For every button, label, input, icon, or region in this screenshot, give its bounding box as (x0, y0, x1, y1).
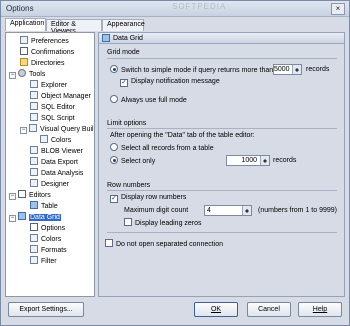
panel-title: Data Grid (113, 35, 143, 42)
tree-item-confirmations[interactable]: Confirmations (20, 47, 74, 57)
tab-label: Appearance (107, 21, 145, 28)
max-digit-label: Maximum digit count (124, 207, 189, 214)
tree-item-explorer[interactable]: Explorer (30, 80, 67, 90)
panel-header: Data Grid (99, 33, 344, 44)
divider (107, 58, 337, 59)
options-icon (30, 223, 38, 231)
options-window: Options SOFTPEDIA × Application Editor &… (0, 0, 350, 326)
data-export-icon (30, 157, 38, 165)
collapse-icon[interactable]: − (20, 127, 27, 134)
tools-icon (18, 69, 26, 77)
max-digit-stepper[interactable]: 4 (204, 205, 252, 216)
tab-application[interactable]: Application (5, 18, 46, 31)
tree-item-directories[interactable]: Directories (20, 58, 64, 68)
watermark: SOFTPEDIA (172, 2, 227, 11)
tree-item-colors[interactable]: Colors (40, 135, 71, 145)
directories-icon (20, 58, 28, 66)
formats-icon (30, 245, 38, 253)
tab-appearance[interactable]: Appearance (102, 19, 145, 31)
tree-item-sql-script[interactable]: SQL Script (30, 113, 75, 123)
data-analysis-icon (30, 168, 38, 176)
switch-threshold-stepper[interactable]: 5000 (273, 64, 302, 75)
tree-item-visual-query-builder[interactable]: − Visual Query Buil (20, 124, 94, 134)
separated-connection-checkbox[interactable]: Do not open separated connection (105, 239, 223, 249)
close-button[interactable]: × (331, 3, 345, 15)
grid-mode-title: Grid mode (107, 49, 140, 56)
spin-arrows-icon[interactable] (260, 156, 269, 165)
cancel-button[interactable]: Cancel (247, 302, 291, 317)
colors-icon (40, 135, 48, 143)
collapse-icon[interactable]: − (9, 215, 16, 222)
blob-viewer-icon (30, 146, 38, 154)
divider (107, 190, 337, 191)
title-bar[interactable]: Options SOFTPEDIA × (1, 1, 349, 17)
window-title: Options (6, 4, 34, 13)
notification-checkbox[interactable]: ✓ Display notification message (120, 77, 220, 87)
tree-item-data-export[interactable]: Data Export (30, 157, 78, 167)
tree-item-table[interactable]: Table (30, 201, 58, 211)
tree-item-blob-viewer[interactable]: BLOB Viewer (30, 146, 83, 156)
checkmark-icon: ✓ (120, 79, 128, 87)
checkmark-icon: ✓ (110, 195, 118, 203)
colors-icon (30, 234, 38, 242)
visual-query-builder-icon (29, 124, 37, 132)
select-only-radio[interactable]: Select only (110, 156, 155, 166)
tree-item-sql-editor[interactable]: SQL Editor (30, 102, 75, 112)
select-only-unit: records (273, 157, 297, 164)
collapse-icon[interactable]: − (9, 193, 16, 200)
switch-simple-mode-radio[interactable]: Switch to simple mode if query returns m… (110, 65, 273, 75)
row-numbers-title: Row numbers (107, 182, 151, 189)
explorer-icon (30, 80, 38, 88)
limit-options-title: Limit options (107, 120, 147, 127)
ok-button[interactable]: OK (194, 302, 238, 317)
table-icon (30, 201, 38, 209)
select-all-radio[interactable]: Select all records from a table (110, 143, 214, 153)
radio-icon (110, 143, 118, 151)
tab-editor-viewers[interactable]: Editor & Viewers (46, 19, 102, 35)
confirmations-icon (20, 47, 28, 55)
radio-selected-icon (110, 65, 118, 73)
designer-icon (30, 179, 38, 187)
radio-icon (110, 95, 118, 103)
spin-arrows-icon[interactable] (292, 65, 301, 74)
data-grid-icon (18, 212, 26, 220)
preferences-icon (20, 36, 28, 44)
spin-arrows-icon[interactable] (242, 206, 251, 215)
display-row-numbers-checkbox[interactable]: ✓ Display row numbers (110, 193, 186, 203)
radio-selected-icon (110, 156, 118, 164)
switch-threshold-unit: records (306, 66, 330, 73)
divider (107, 128, 337, 129)
tab-label: Application (10, 20, 45, 27)
sql-editor-icon (30, 102, 38, 110)
tree-item-options[interactable]: Options (30, 223, 65, 233)
limit-intro-text: After opening the "Data" tab of the tabl… (110, 132, 255, 139)
tree-item-data-grid[interactable]: − Data Grid (9, 212, 61, 222)
always-full-mode-radio[interactable]: Always use full mode (110, 95, 187, 105)
tree-item-data-analysis[interactable]: Data Analysis (30, 168, 83, 178)
divider (107, 232, 337, 233)
collapse-icon[interactable]: − (9, 72, 16, 79)
settings-panel: Data Grid Grid mode Switch to simple mod… (98, 32, 345, 297)
export-settings-button[interactable]: Export Settings... (8, 302, 84, 317)
editors-icon (18, 190, 26, 198)
help-button[interactable]: Help (298, 302, 342, 317)
options-tree[interactable]: Preferences Confirmations Directories − T… (5, 32, 95, 297)
object-manager-icon (30, 91, 38, 99)
filter-icon (30, 256, 38, 264)
tree-item-formats[interactable]: Formats (30, 245, 67, 255)
tree-item-designer[interactable]: Designer (30, 179, 69, 189)
data-grid-icon (102, 34, 110, 42)
checkbox-icon (105, 239, 113, 247)
tree-item-preferences[interactable]: Preferences (20, 36, 69, 46)
tree-item-filter[interactable]: Filter (30, 256, 57, 266)
tree-item-grid-colors[interactable]: Colors (30, 234, 61, 244)
tree-item-object-manager[interactable]: Object Manager (30, 91, 91, 101)
max-digit-hint: (numbers from 1 to 9999) (258, 207, 337, 214)
tree-item-editors[interactable]: − Editors (9, 190, 51, 200)
select-only-stepper[interactable]: 1000 (226, 155, 270, 166)
sql-script-icon (30, 113, 38, 121)
tree-item-tools[interactable]: − Tools (9, 69, 45, 79)
leading-zeros-checkbox[interactable]: Display leading zeros (124, 218, 202, 228)
checkbox-icon (124, 218, 132, 226)
